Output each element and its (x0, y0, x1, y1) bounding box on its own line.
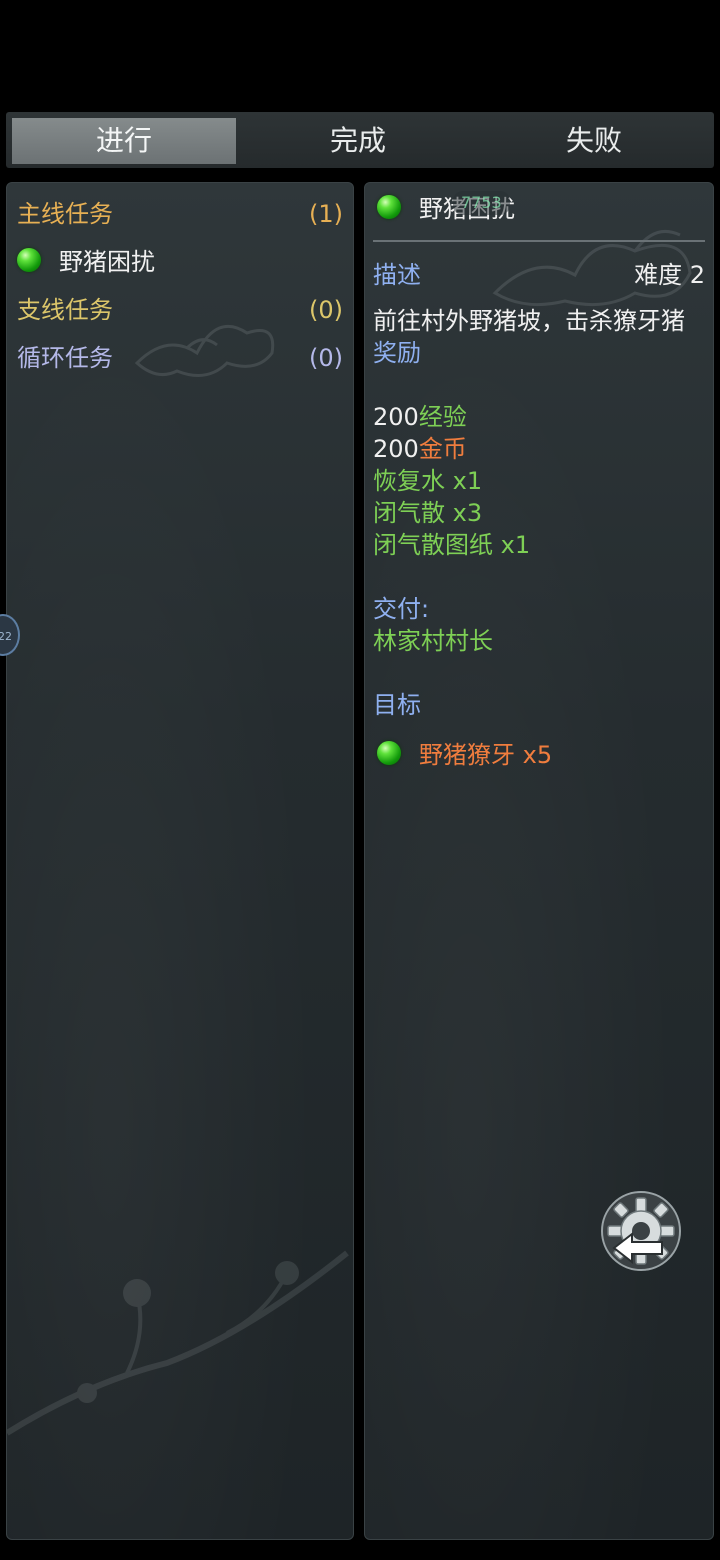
reward-gold-amount: 200 (373, 435, 419, 463)
category-loop-label: 循环任务 (17, 344, 113, 372)
reward-label: 奖励 (373, 339, 421, 367)
category-main-quests[interactable]: 主线任务 (1) (17, 197, 343, 231)
category-main-count: (1) (309, 200, 343, 228)
difficulty-value: 难度 2 (634, 261, 705, 289)
reward-exp: 200经验 (373, 401, 467, 433)
description-label: 描述 (373, 261, 421, 289)
floating-number-overlay: 7753 (453, 191, 510, 215)
category-loop-quests[interactable]: 循环任务 (0) (17, 341, 343, 375)
gear-back-icon[interactable] (600, 1190, 682, 1272)
category-main-label: 主线任务 (17, 200, 113, 228)
category-side-quests[interactable]: 支线任务 (0) (17, 293, 343, 327)
deliver-label: 交付: (373, 595, 430, 623)
reward-item: 恢复水 x1 (373, 467, 483, 495)
green-orb-icon (377, 741, 401, 765)
quest-tab-bar: 进行 完成 失败 (6, 112, 714, 168)
objective-item: 野猪獠牙 x5 (419, 741, 553, 769)
quest-list-panel: 主线任务 (1) 野猪困扰 支线任务 (0) 循环任务 (0) (6, 182, 354, 1540)
quest-list-item-name: 野猪困扰 (59, 248, 155, 276)
category-side-count: (0) (309, 296, 343, 324)
reward-exp-amount: 200 (373, 403, 419, 431)
branch-ornament-icon (7, 1250, 349, 1436)
reward-item: 闭气散 x3 (373, 499, 483, 527)
quest-list-item[interactable]: 野猪困扰 (17, 245, 343, 279)
reward-item: 闭气散图纸 x1 (373, 531, 531, 559)
green-orb-icon (377, 195, 401, 219)
quest-detail-panel: 野猪困扰 7753 描述 难度 2 前往村外野猪坡，击杀獠牙猪 奖励 200经验… (364, 182, 714, 1540)
title-divider (373, 240, 705, 242)
green-orb-icon (17, 248, 41, 272)
tab-in-progress[interactable]: 进行 (12, 118, 236, 164)
tab-failed[interactable]: 失败 (482, 118, 706, 164)
reward-gold: 200金币 (373, 433, 467, 465)
tab-completed[interactable]: 完成 (246, 118, 470, 164)
category-loop-count: (0) (309, 344, 343, 372)
objective-label: 目标 (373, 691, 421, 719)
reward-gold-name: 金币 (418, 435, 467, 463)
quest-screen: 进行 完成 失败 主线任务 (1) 野猪困扰 支线任务 (0) 循环任务 (0)… (0, 0, 720, 1560)
deliver-npc: 林家村村长 (373, 627, 493, 655)
category-side-label: 支线任务 (17, 296, 113, 324)
quest-description: 前往村外野猪坡，击杀獠牙猪 (373, 307, 685, 335)
reward-exp-name: 经验 (418, 403, 467, 431)
